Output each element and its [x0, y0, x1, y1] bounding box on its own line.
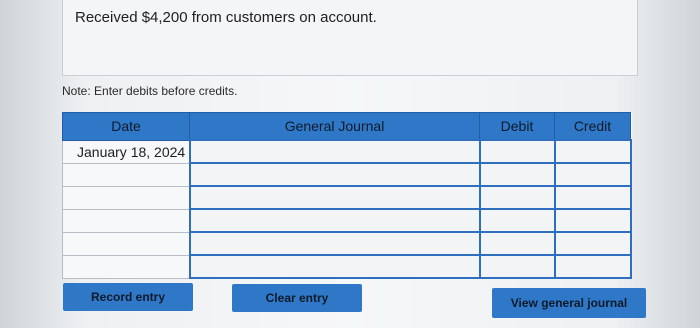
transaction-description: Received $4,200 from customers on accoun…	[75, 9, 377, 26]
clear-entry-button[interactable]: Clear entry	[232, 284, 362, 312]
table-row	[62, 208, 632, 233]
date-cell	[62, 208, 190, 233]
debit-input[interactable]	[478, 185, 556, 210]
instruction-note: Note: Enter debits before credits.	[62, 84, 238, 98]
date-cell	[62, 185, 190, 210]
account-input[interactable]	[188, 208, 481, 233]
credit-input[interactable]	[553, 254, 632, 279]
debit-input[interactable]	[478, 162, 556, 187]
debit-input[interactable]	[478, 254, 556, 279]
table-row	[62, 162, 632, 187]
debit-input[interactable]	[478, 208, 556, 233]
credit-input[interactable]	[553, 162, 632, 187]
table-row	[62, 231, 632, 256]
table-row	[62, 254, 632, 279]
account-input[interactable]	[188, 231, 481, 256]
date-cell	[62, 231, 190, 256]
debit-input[interactable]	[478, 231, 556, 256]
debit-input[interactable]	[478, 139, 556, 164]
record-entry-button[interactable]: Record entry	[63, 283, 193, 311]
table-row	[62, 185, 632, 210]
account-input[interactable]	[188, 162, 481, 187]
header-credit: Credit	[554, 112, 631, 141]
account-input[interactable]	[188, 185, 481, 210]
header-debit: Debit	[479, 112, 555, 141]
table-header-row: Date General Journal Debit Credit	[62, 112, 631, 141]
transaction-prompt-box: Received $4,200 from customers on accoun…	[62, 0, 638, 76]
credit-input[interactable]	[553, 139, 632, 164]
table-row: January 18, 2024	[62, 139, 632, 164]
date-cell: January 18, 2024	[62, 139, 190, 164]
general-journal-table: Date General Journal Debit Credit Januar…	[62, 112, 632, 279]
date-cell	[62, 254, 190, 279]
account-input[interactable]	[188, 254, 481, 279]
credit-input[interactable]	[553, 231, 632, 256]
credit-input[interactable]	[553, 185, 632, 210]
header-general-journal: General Journal	[189, 112, 480, 141]
view-general-journal-button[interactable]: View general journal	[492, 288, 646, 318]
header-date: Date	[62, 112, 190, 141]
credit-input[interactable]	[553, 208, 632, 233]
date-cell	[62, 162, 190, 187]
account-input[interactable]	[188, 139, 481, 164]
